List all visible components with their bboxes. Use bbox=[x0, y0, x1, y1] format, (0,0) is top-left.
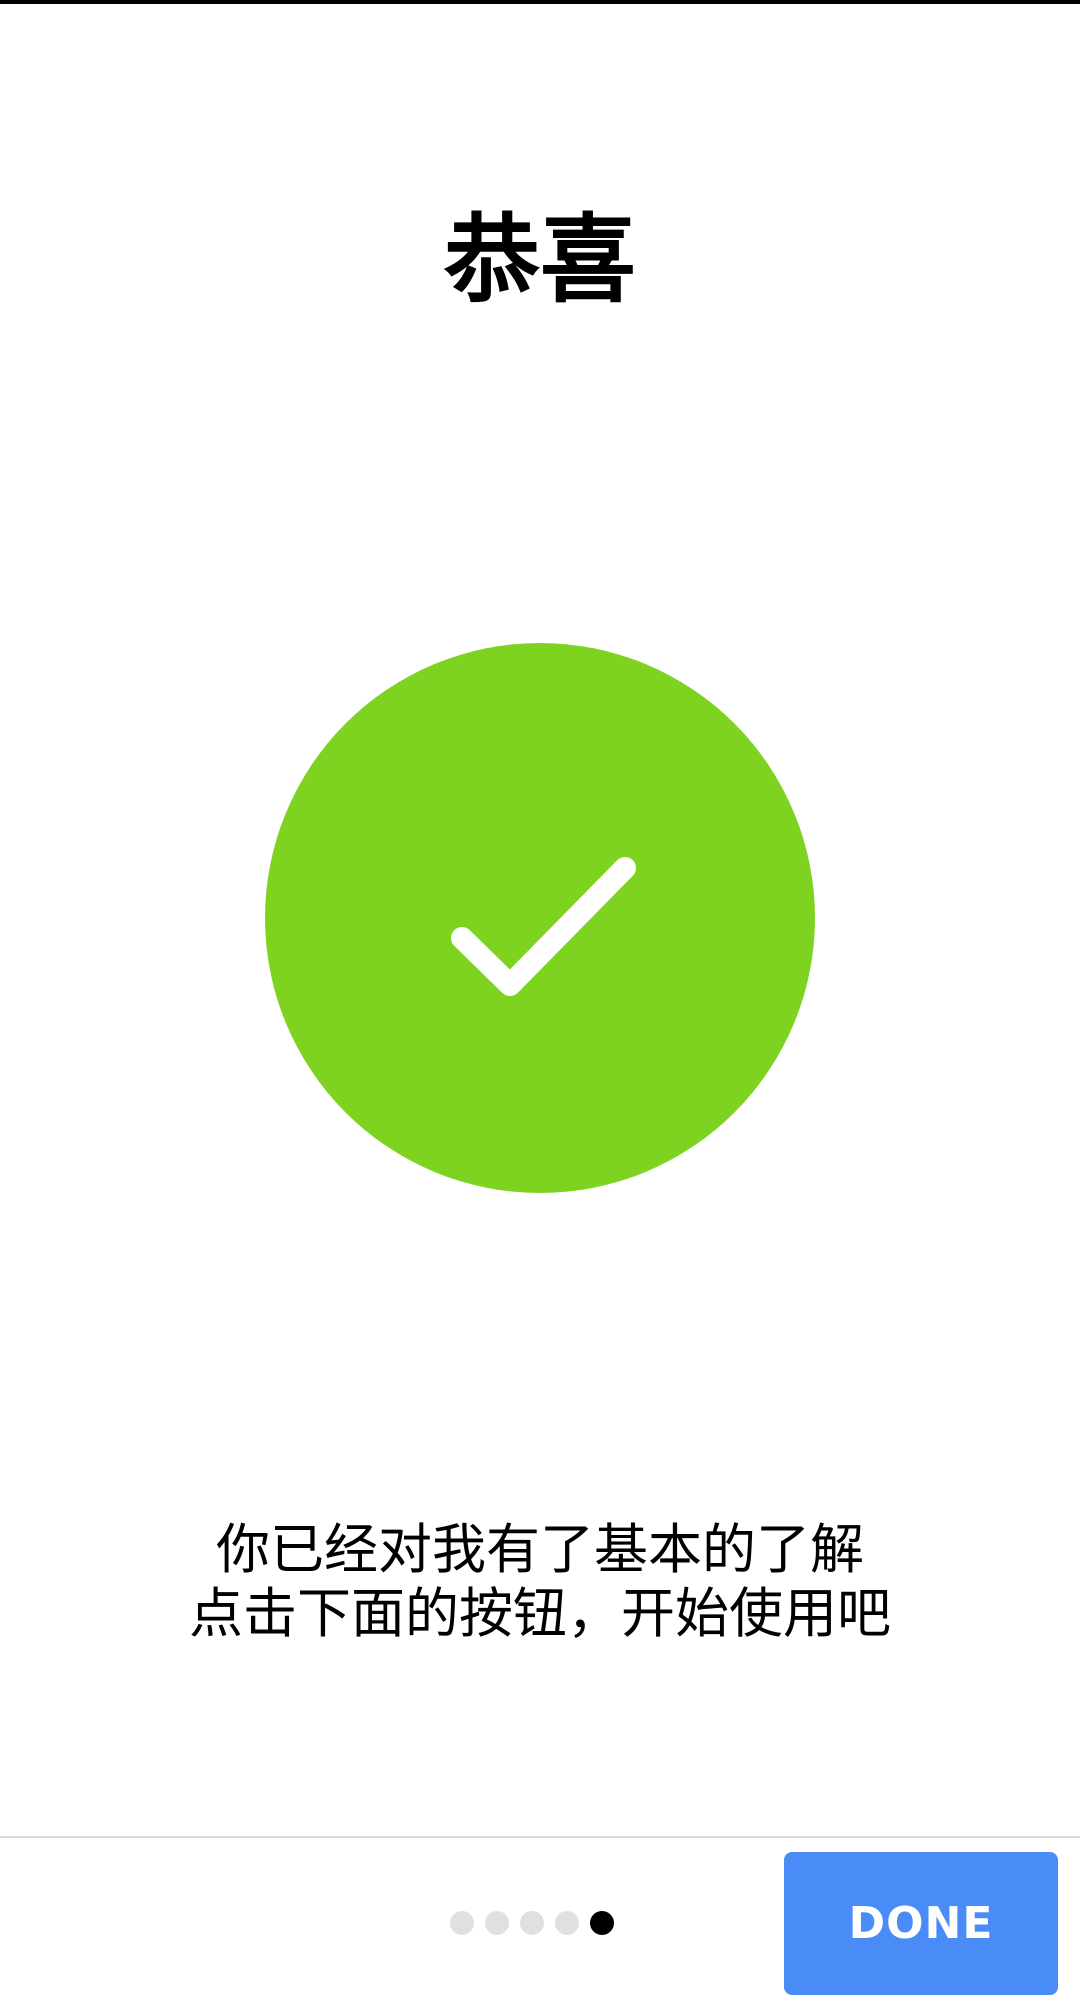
success-badge bbox=[265, 643, 815, 1193]
done-button[interactable]: DONE bbox=[784, 1852, 1058, 1995]
completion-message: 你已经对我有了基本的了解 点击下面的按钮，开始使用吧 bbox=[0, 1518, 1080, 1646]
footer-divider bbox=[0, 1836, 1080, 1838]
page-dot-1 bbox=[450, 1911, 474, 1935]
page-dot-4 bbox=[555, 1911, 579, 1935]
top-border bbox=[0, 0, 1080, 4]
page-indicator bbox=[450, 1911, 614, 1935]
page-dot-5-active bbox=[590, 1911, 614, 1935]
page-dot-2 bbox=[485, 1911, 509, 1935]
checkmark-icon bbox=[265, 643, 815, 1193]
onboarding-finish-screen: 恭喜 你已经对我有了基本的了解 点击下面的按钮，开始使用吧 DONE bbox=[0, 0, 1080, 2014]
message-line-1: 你已经对我有了基本的了解 bbox=[216, 1518, 864, 1581]
message-line-2: 点击下面的按钮，开始使用吧 bbox=[189, 1582, 891, 1645]
page-title: 恭喜 bbox=[444, 204, 636, 316]
page-dot-3 bbox=[520, 1911, 544, 1935]
